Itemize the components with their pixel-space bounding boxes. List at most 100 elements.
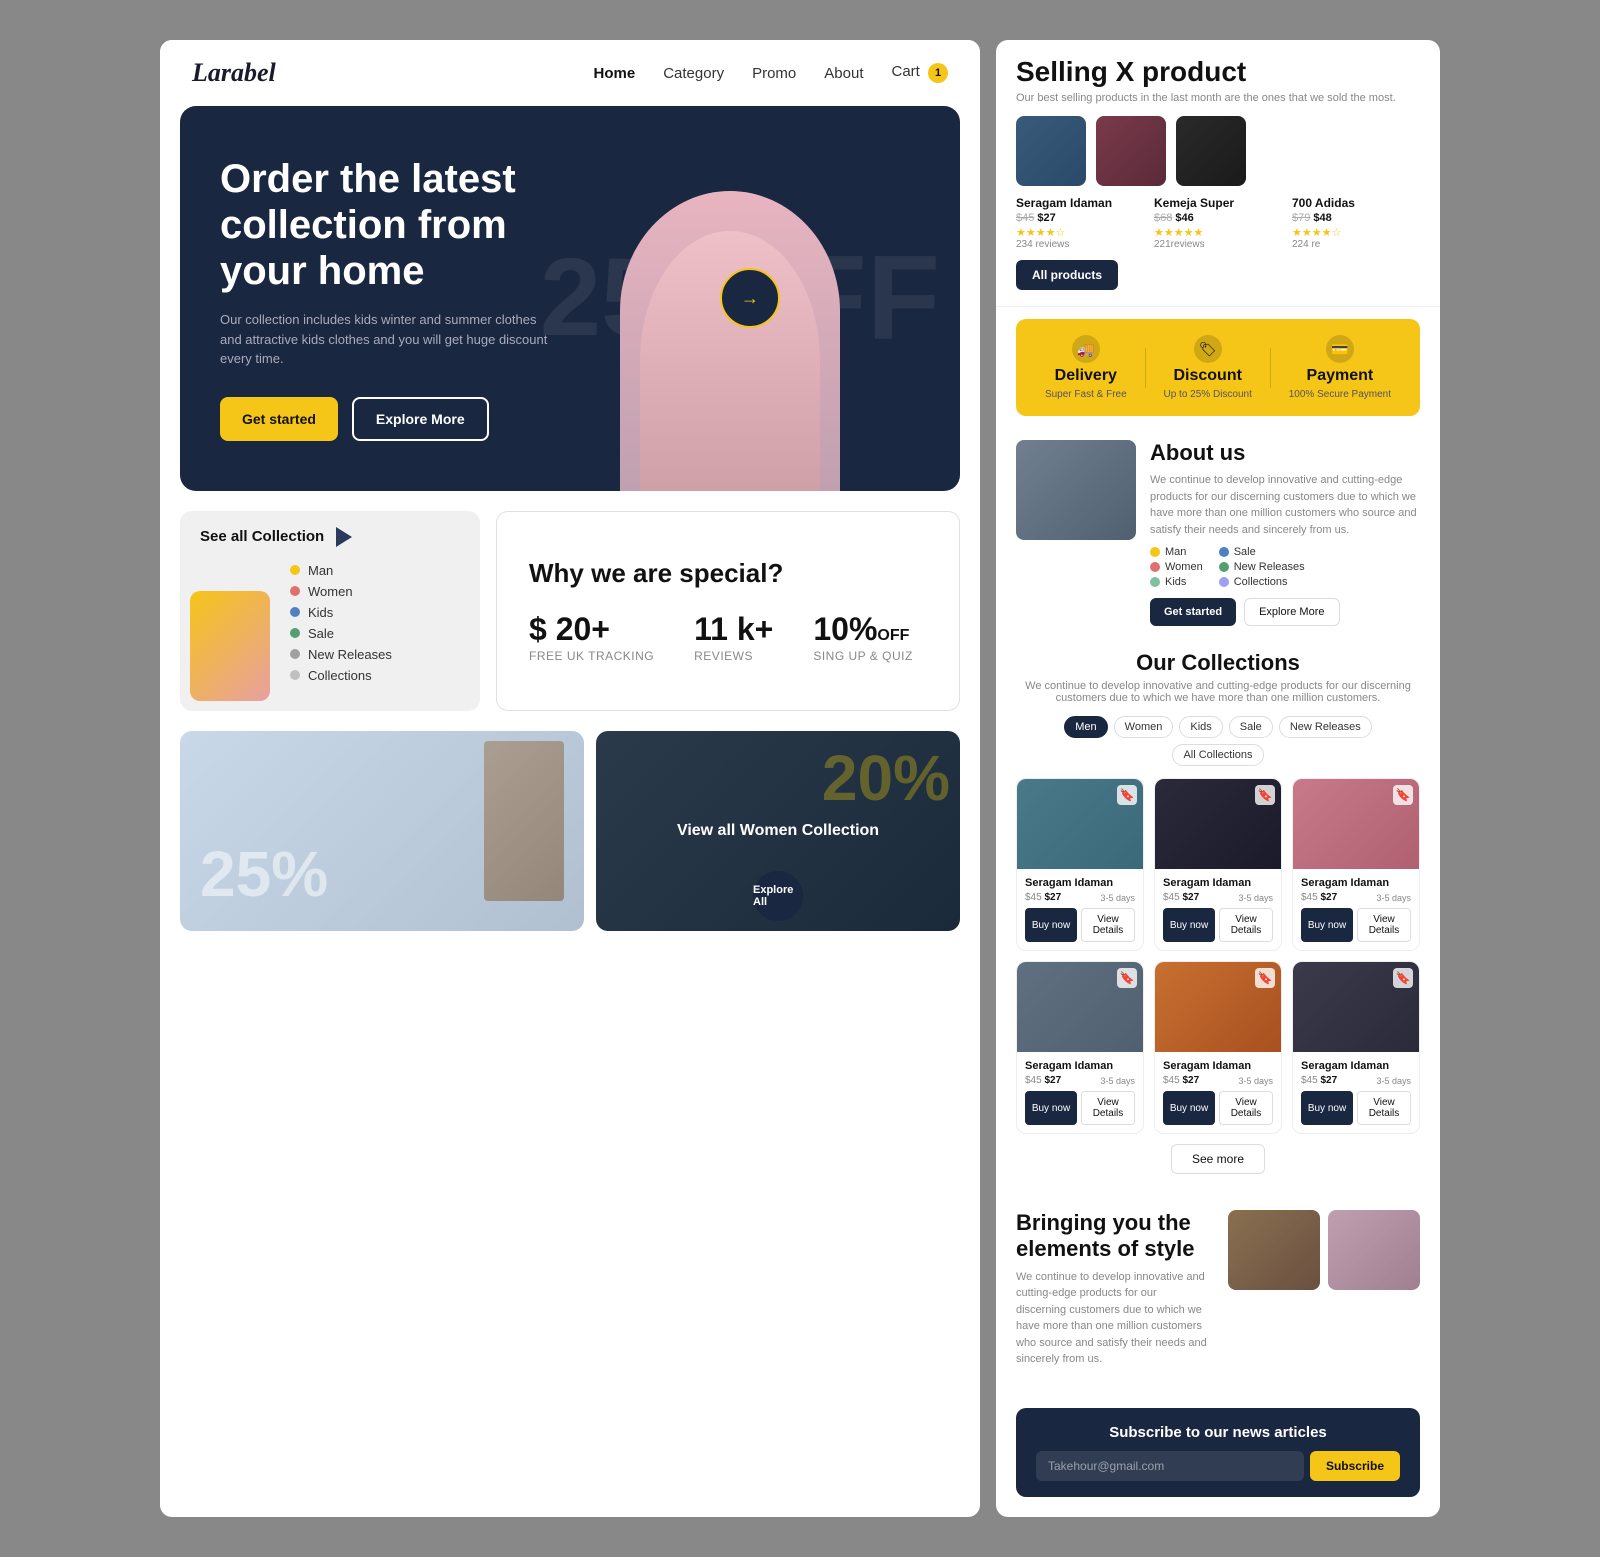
- buy-button-5[interactable]: Buy now: [1163, 1091, 1215, 1125]
- products-grid: 🔖 Seragam Idaman $45 $27 3-5 days Buy no…: [1016, 778, 1420, 1134]
- bookmark-6[interactable]: 🔖: [1393, 968, 1413, 988]
- payment-subtitle: 100% Secure Payment: [1289, 389, 1391, 400]
- bookmark-2[interactable]: 🔖: [1255, 785, 1275, 805]
- bookmark-1[interactable]: 🔖: [1117, 785, 1137, 805]
- subscribe-button[interactable]: Subscribe: [1310, 1451, 1400, 1481]
- stars-1: ★★★★☆: [1016, 226, 1144, 239]
- bookmark-5[interactable]: 🔖: [1255, 968, 1275, 988]
- promo-left-percent: 25%: [200, 837, 328, 911]
- product-info-3: 700 Adidas $79 $48 ★★★★☆ 224 re: [1292, 196, 1420, 250]
- stats-row: $ 20+ FREE UK TRACKING 11 k+ REVIEWS 10%…: [529, 613, 927, 663]
- nav-home[interactable]: Home: [594, 65, 636, 82]
- nav-promo[interactable]: Promo: [752, 65, 796, 82]
- product-card-6: 🔖 Seragam Idaman $45 $27 3-5 days Buy no…: [1292, 961, 1420, 1134]
- buy-button-4[interactable]: Buy now: [1025, 1091, 1077, 1125]
- about-content: About us We continue to develop innovati…: [1150, 440, 1420, 626]
- bringing-description: We continue to develop innovative and cu…: [1016, 1269, 1208, 1368]
- stars-2: ★★★★★: [1154, 226, 1282, 239]
- nav-about[interactable]: About: [824, 65, 863, 82]
- cat-women: Women: [290, 584, 460, 599]
- discount-label: Discount: [1173, 367, 1241, 385]
- payment-icon: 💳: [1326, 335, 1354, 363]
- discount-icon: 🏷: [1194, 335, 1222, 363]
- about-cat-new-releases: New Releases: [1219, 561, 1305, 573]
- about-get-started-button[interactable]: Get started: [1150, 598, 1236, 626]
- cat-dot-kids: [290, 607, 300, 617]
- view-button-5[interactable]: View Details: [1219, 1091, 1273, 1125]
- ddp-section: 🚚 Delivery Super Fast & Free 🏷 Discount …: [1016, 319, 1420, 416]
- nav-links: Home Category Promo About Cart 1: [594, 63, 948, 83]
- right-panel: Selling X product Our best selling produ…: [996, 40, 1440, 1517]
- ddp-payment: 💳 Payment 100% Secure Payment: [1289, 335, 1391, 400]
- view-button-2[interactable]: View Details: [1219, 908, 1273, 942]
- hero-description: Our collection includes kids winter and …: [220, 310, 560, 369]
- our-collections-description: We continue to develop innovative and cu…: [1016, 680, 1420, 704]
- filter-tab-kids[interactable]: Kids: [1179, 716, 1222, 738]
- payment-label: Payment: [1307, 367, 1374, 385]
- see-all-link[interactable]: See all Collection: [200, 527, 460, 547]
- nav-category[interactable]: Category: [663, 65, 724, 82]
- stat-reviews-label: REVIEWS: [694, 649, 773, 663]
- product-card-name-4: Seragam Idaman: [1025, 1060, 1135, 1072]
- hero-explore-circle[interactable]: →: [720, 268, 780, 328]
- view-button-4[interactable]: View Details: [1081, 1091, 1135, 1125]
- stars-3: ★★★★☆: [1292, 226, 1420, 239]
- collections-bar: See all Collection Man Women Kid: [180, 511, 960, 711]
- view-button-1[interactable]: View Details: [1081, 908, 1135, 942]
- about-cat-collections: Collections: [1219, 576, 1305, 588]
- about-categories: Man Women Kids: [1150, 546, 1420, 588]
- product-info-2: Kemeja Super $68 $46 ★★★★★ 221reviews: [1154, 196, 1282, 250]
- buy-button-1[interactable]: Buy now: [1025, 908, 1077, 942]
- subscribe-email-input[interactable]: [1036, 1451, 1304, 1481]
- nav-cart[interactable]: Cart 1: [891, 63, 948, 83]
- selling-title: Selling X product: [1016, 56, 1420, 88]
- filter-tab-new-releases[interactable]: New Releases: [1279, 716, 1372, 738]
- cat-new-releases: New Releases: [290, 647, 460, 662]
- promo-right-image: 20% View all Women Collection Explore Al…: [596, 731, 960, 931]
- filter-tab-sale[interactable]: Sale: [1229, 716, 1273, 738]
- stat-reviews-value: 11 k+: [694, 613, 773, 645]
- hero-get-started-button[interactable]: Get started: [220, 397, 338, 441]
- bookmark-4[interactable]: 🔖: [1117, 968, 1137, 988]
- explore-all-circle[interactable]: Explore All: [753, 871, 803, 921]
- product-thumb-2: [1096, 116, 1166, 186]
- about-explore-button[interactable]: Explore More: [1244, 598, 1339, 626]
- filter-tab-women[interactable]: Women: [1114, 716, 1174, 738]
- view-button-3[interactable]: View Details: [1357, 908, 1411, 942]
- stat-discount: 10%OFF SING UP & QUIZ: [813, 613, 912, 663]
- buy-button-6[interactable]: Buy now: [1301, 1091, 1353, 1125]
- about-title: About us: [1150, 440, 1420, 466]
- hero-title: Order the latest collection from your ho…: [220, 156, 560, 294]
- buy-button-2[interactable]: Buy now: [1163, 908, 1215, 942]
- about-section: About us We continue to develop innovati…: [996, 428, 1440, 638]
- cat-dot-new: [290, 649, 300, 659]
- selling-description: Our best selling products in the last mo…: [1016, 92, 1420, 104]
- cat-kids: Kids: [290, 605, 460, 620]
- subscribe-section: Subscribe to our news articles Subscribe: [1016, 1408, 1420, 1497]
- filter-tab-men[interactable]: Men: [1064, 716, 1107, 738]
- ddp-discount: 🏷 Discount Up to 25% Discount: [1164, 335, 1252, 400]
- promo-row: 25% 20% View all Women Collection Explor…: [180, 731, 960, 931]
- stat-tracking-label: FREE UK TRACKING: [529, 649, 654, 663]
- category-list: Man Women Kids Sale: [290, 563, 460, 683]
- buy-button-3[interactable]: Buy now: [1301, 908, 1353, 942]
- see-more-button[interactable]: See more: [1171, 1144, 1265, 1174]
- hero-explore-button[interactable]: Explore More: [352, 397, 489, 441]
- stat-discount-label: SING UP & QUIZ: [813, 649, 912, 663]
- ddp-divider-2: [1270, 348, 1271, 388]
- view-button-6[interactable]: View Details: [1357, 1091, 1411, 1125]
- cat-dot-man: [290, 565, 300, 575]
- our-collections-title: Our Collections: [1016, 650, 1420, 676]
- special-card: Why we are special? $ 20+ FREE UK TRACKI…: [496, 511, 960, 711]
- bookmark-3[interactable]: 🔖: [1393, 785, 1413, 805]
- stat-tracking-value: $ 20+: [529, 613, 654, 645]
- filter-tab-all[interactable]: All Collections: [1172, 744, 1263, 766]
- cat-collections: Collections: [290, 668, 460, 683]
- person-thumbnail: [190, 591, 270, 701]
- about-cat-kids: Kids: [1150, 576, 1203, 588]
- cat-sale: Sale: [290, 626, 460, 641]
- product-card-2: 🔖 Seragam Idaman $45 $27 3-5 days Buy no…: [1154, 778, 1282, 951]
- about-buttons: Get started Explore More: [1150, 598, 1420, 626]
- all-products-button[interactable]: All products: [1016, 260, 1118, 290]
- bringing-title: Bringing you the elements of style: [1016, 1210, 1208, 1263]
